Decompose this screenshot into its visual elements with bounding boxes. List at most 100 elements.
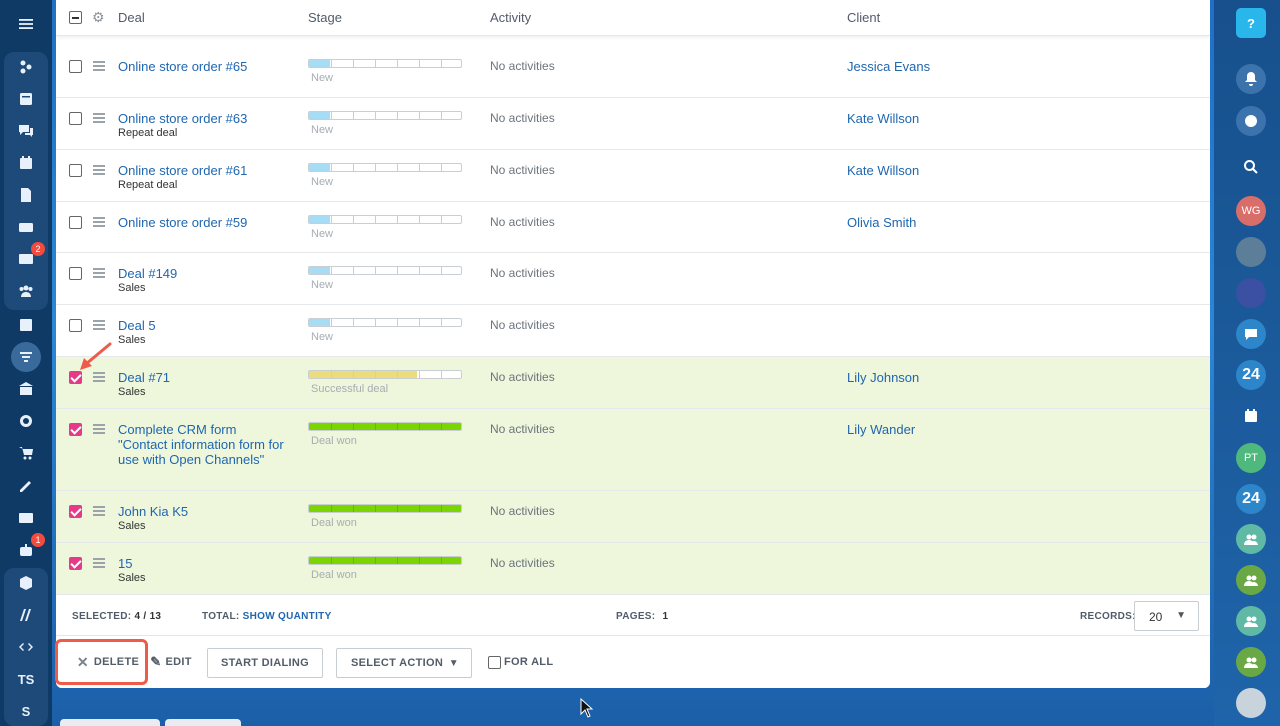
avatar-group-photo[interactable]: [1236, 278, 1266, 308]
table-row[interactable]: Online store order #65 New No activities Je…: [56, 46, 1210, 98]
group-avatar-icon-4[interactable]: [1236, 647, 1266, 677]
table-row[interactable]: Online store order #63 Repeat deal New No a…: [56, 98, 1210, 150]
cart-icon[interactable]: [11, 438, 41, 468]
drag-handle-icon[interactable]: [93, 268, 105, 280]
stage-progress-bar[interactable]: [308, 215, 462, 224]
row-checkbox[interactable]: [69, 112, 82, 125]
column-header-client[interactable]: Client: [847, 10, 880, 25]
drag-handle-icon[interactable]: [93, 61, 105, 73]
stage-progress-bar[interactable]: [308, 266, 462, 275]
bitrix24-icon-2[interactable]: 24: [1236, 484, 1266, 514]
deal-title-link[interactable]: 15: [118, 556, 288, 571]
start-dialing-button[interactable]: START DIALING: [207, 648, 323, 678]
client-link[interactable]: Olivia Smith: [847, 215, 916, 230]
deal-title-link[interactable]: Online store order #61: [118, 163, 288, 178]
bitrix24-icon[interactable]: 24: [1236, 360, 1266, 390]
mail-icon[interactable]: 2: [11, 242, 45, 274]
avatar-wg[interactable]: WG: [1236, 196, 1266, 226]
group-avatar-icon[interactable]: [1236, 524, 1266, 554]
drag-handle-icon[interactable]: [93, 217, 105, 229]
deal-title-link[interactable]: Online store order #59: [118, 215, 288, 230]
deal-title-link[interactable]: Complete CRM form "Contact information f…: [118, 422, 288, 467]
edit-button[interactable]: ✎ EDIT: [148, 647, 194, 677]
drag-handle-icon[interactable]: [93, 113, 105, 125]
row-checkbox[interactable]: [69, 319, 82, 332]
messenger-icon[interactable]: [1236, 106, 1266, 136]
box-icon[interactable]: [11, 568, 41, 598]
row-checkbox[interactable]: [69, 423, 82, 436]
chat-icon[interactable]: [11, 116, 41, 146]
show-quantity-link[interactable]: SHOW QUANTITY: [243, 611, 332, 622]
calendar-icon[interactable]: [1236, 401, 1266, 431]
checkbox-task-icon[interactable]: [11, 310, 41, 340]
row-checkbox[interactable]: [69, 557, 82, 570]
column-header-activity[interactable]: Activity: [490, 10, 531, 25]
deal-title-link[interactable]: Deal #149: [118, 266, 288, 281]
avatar-user-photo[interactable]: [1236, 237, 1266, 267]
deal-title-link[interactable]: Online store order #65: [118, 59, 288, 74]
avatar-user-photo-2[interactable]: [1236, 688, 1266, 718]
stage-progress-bar[interactable]: [308, 370, 462, 379]
feed-icon[interactable]: [11, 52, 41, 82]
table-row[interactable]: Deal #149 Sales New No activities: [56, 253, 1210, 305]
stage-progress-bar[interactable]: [308, 59, 462, 68]
client-link[interactable]: Jessica Evans: [847, 59, 930, 74]
employees-icon[interactable]: [11, 276, 41, 306]
stage-progress-bar[interactable]: [308, 318, 462, 327]
stage-progress-bar[interactable]: [308, 111, 462, 120]
group-avatar-icon-2[interactable]: [1236, 565, 1266, 595]
row-checkbox[interactable]: [69, 164, 82, 177]
bottom-tab-2[interactable]: [165, 719, 241, 726]
row-checkbox[interactable]: [69, 60, 82, 73]
contact-card-icon[interactable]: [11, 503, 41, 533]
row-checkbox[interactable]: [69, 216, 82, 229]
bell-icon[interactable]: [1236, 64, 1266, 94]
client-link[interactable]: Lily Wander: [847, 422, 915, 437]
select-all-checkbox[interactable]: [69, 11, 82, 24]
client-link[interactable]: Kate Willson: [847, 163, 919, 178]
group-chat-icon[interactable]: [1236, 319, 1266, 349]
stage-progress-bar[interactable]: [308, 163, 462, 172]
deal-title-link[interactable]: John Kia K5: [118, 504, 288, 519]
table-row[interactable]: Deal #71 Sales Successful deal No activitie…: [56, 357, 1210, 409]
help-icon[interactable]: ?: [1236, 8, 1266, 38]
row-checkbox[interactable]: [69, 505, 82, 518]
stage-progress-bar[interactable]: [308, 422, 462, 431]
table-row[interactable]: John Kia K5 Sales Deal won No activities: [56, 491, 1210, 543]
ts-item[interactable]: TS: [11, 664, 41, 694]
select-action-dropdown[interactable]: SELECT ACTION ▼: [336, 648, 472, 678]
market-icon[interactable]: [11, 600, 41, 630]
table-row[interactable]: Online store order #61 Repeat deal New No a…: [56, 150, 1210, 202]
bottom-tab[interactable]: [60, 719, 160, 726]
for-all-checkbox[interactable]: [488, 656, 501, 669]
drag-handle-icon[interactable]: [93, 165, 105, 177]
drag-handle-icon[interactable]: [93, 320, 105, 332]
document-icon[interactable]: [11, 180, 41, 210]
deal-title-link[interactable]: Online store order #63: [118, 111, 288, 126]
robot-icon[interactable]: 1: [11, 533, 45, 565]
drag-handle-icon[interactable]: [93, 558, 105, 570]
drag-handle-icon[interactable]: [93, 506, 105, 518]
calendar-icon[interactable]: [11, 148, 41, 178]
row-checkbox[interactable]: [69, 267, 82, 280]
table-row[interactable]: Complete CRM form "Contact information f…: [56, 409, 1210, 491]
drag-handle-icon[interactable]: [93, 424, 105, 436]
column-header-deal[interactable]: Deal: [118, 10, 145, 25]
target-icon[interactable]: [11, 406, 41, 436]
client-link[interactable]: Kate Willson: [847, 111, 919, 126]
deal-title-link[interactable]: Deal 5: [118, 318, 288, 333]
deal-title-link[interactable]: Deal #71: [118, 370, 288, 385]
search-icon[interactable]: [1236, 152, 1266, 182]
drive-icon[interactable]: [11, 212, 41, 242]
column-header-stage[interactable]: Stage: [308, 10, 342, 25]
stage-progress-bar[interactable]: [308, 556, 462, 565]
code-icon[interactable]: [11, 632, 41, 662]
client-link[interactable]: Lily Johnson: [847, 370, 919, 385]
avatar-pt[interactable]: PT: [1236, 443, 1266, 473]
gear-icon[interactable]: ⚙: [92, 9, 105, 26]
sign-icon[interactable]: [11, 470, 41, 500]
menu-icon[interactable]: [11, 9, 41, 39]
table-row[interactable]: 15 Sales Deal won No activities: [56, 543, 1210, 595]
crm-funnel-icon[interactable]: [11, 342, 41, 372]
table-row[interactable]: Online store order #59 New No activities Ol…: [56, 202, 1210, 253]
